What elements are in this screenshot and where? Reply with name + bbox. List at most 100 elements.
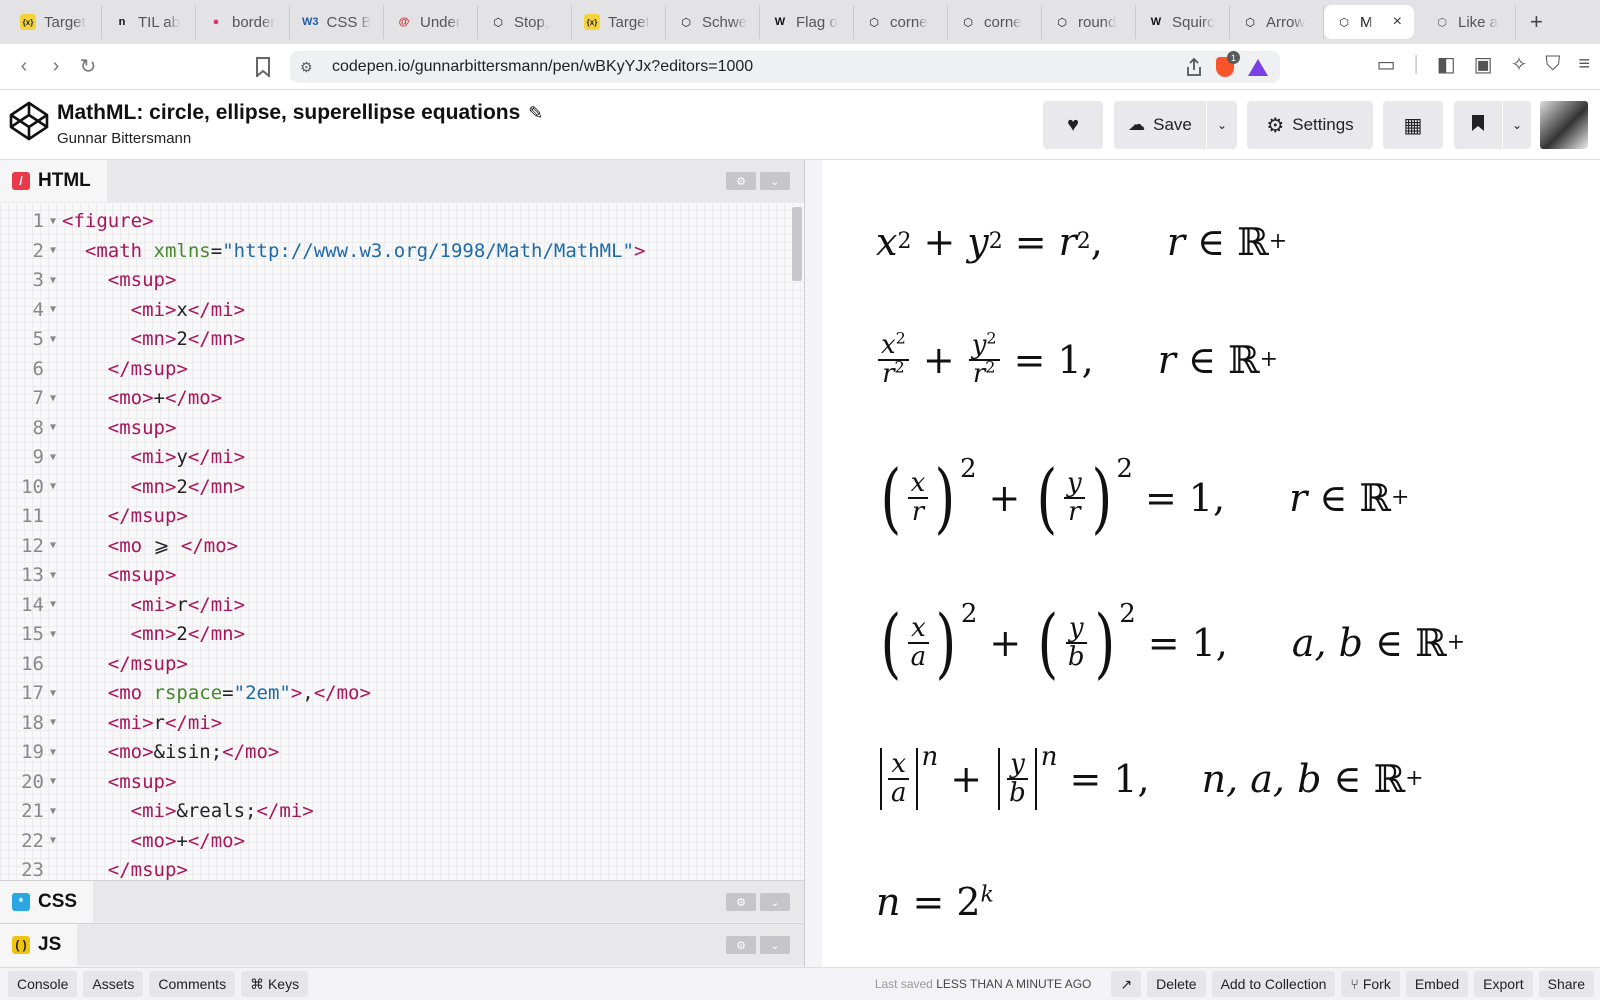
browser-tab[interactable]: {x} Target	[572, 5, 666, 39]
love-button[interactable]: ♥	[1043, 101, 1103, 149]
panel-settings-icon[interactable]: ⚙	[726, 893, 756, 911]
code-line[interactable]: 8 ▼ <msup>	[0, 413, 780, 443]
code-line[interactable]: 2 ▼ <math xmlns="http://www.w3.org/1998/M…	[0, 236, 780, 266]
code-line[interactable]: 23 </msup>	[0, 855, 780, 880]
css-panel-header[interactable]: * CSS ⚙ ⌄	[0, 880, 804, 923]
share-button[interactable]: Share	[1538, 971, 1594, 997]
fork-button[interactable]: ⑂ Fork	[1341, 971, 1400, 997]
fold-arrow-icon[interactable]: ▼	[44, 325, 62, 355]
save-button[interactable]: ☁ Save	[1114, 101, 1206, 149]
code-line[interactable]: 9 ▼ <mi>y</mi>	[0, 442, 780, 472]
embed-button[interactable]: Embed	[1405, 971, 1469, 997]
browser-tab[interactable]: W3 CSS B	[290, 5, 384, 39]
share-icon[interactable]	[1186, 57, 1202, 77]
forward-icon[interactable]: ›	[40, 51, 72, 83]
browser-tab[interactable]: ⬡ Schwe	[666, 5, 760, 39]
code-line[interactable]: 12 ▼ <mo ⩾ </mo>	[0, 531, 780, 561]
fold-arrow-icon[interactable]: ▼	[44, 590, 62, 620]
browser-tab[interactable]: ⬡ corne	[854, 5, 948, 39]
fold-arrow-icon[interactable]: ▼	[44, 561, 62, 591]
panel-settings-icon[interactable]: ⚙	[726, 936, 756, 954]
code-line[interactable]: 1 ▼ <figure>	[0, 206, 780, 236]
reader-mode-icon[interactable]: ▭	[1377, 52, 1396, 77]
fold-arrow-icon[interactable]: ▼	[44, 826, 62, 856]
code-line[interactable]: 14 ▼ <mi>r</mi>	[0, 590, 780, 620]
add-to-collection-button[interactable]: Add to Collection	[1211, 971, 1336, 997]
pin-options-button[interactable]: ⌄	[1503, 101, 1531, 149]
address-bar[interactable]: ⚙ codepen.io/gunnarbittersmann/pen/wBKyY…	[290, 51, 1280, 83]
fold-arrow-icon[interactable]: ▼	[44, 620, 62, 650]
menu-icon[interactable]: ≡	[1578, 53, 1590, 76]
panel-resize-handle[interactable]	[804, 160, 822, 967]
html-code-editor[interactable]: 1 ▼ <figure> 2 ▼ <math xmlns="http://www.w3.…	[0, 202, 804, 880]
code-line[interactable]: 15 ▼ <mn>2</mn>	[0, 619, 780, 649]
fold-arrow-icon[interactable]: ▼	[44, 472, 62, 502]
fold-arrow-icon[interactable]: ▼	[44, 531, 62, 561]
save-options-button[interactable]: ⌄	[1207, 101, 1237, 149]
html-tab[interactable]: / HTML	[0, 160, 107, 202]
export-button[interactable]: Export	[1474, 971, 1533, 997]
css-tab[interactable]: * CSS	[0, 880, 94, 923]
url-text[interactable]: codepen.io/gunnarbittersmann/pen/wBKyYJx…	[332, 58, 753, 76]
browser-tab[interactable]: ● border	[196, 5, 290, 39]
code-line[interactable]: 6 </msup>	[0, 354, 780, 384]
fold-arrow-icon[interactable]: ▼	[44, 443, 62, 473]
fold-arrow-icon[interactable]: ▼	[44, 295, 62, 325]
browser-tab[interactable]: ⬡ Arrow	[1230, 5, 1324, 39]
back-icon[interactable]: ‹	[8, 51, 40, 83]
bookmark-icon[interactable]	[247, 51, 279, 83]
pen-author[interactable]: Gunnar Bittersmann	[57, 130, 191, 147]
fold-arrow-icon[interactable]: ▼	[44, 767, 62, 797]
browser-tab[interactable]: ⬡ Like a	[1422, 5, 1516, 39]
fold-arrow-icon[interactable]: ▼	[44, 413, 62, 443]
panel-collapse-icon[interactable]: ⌄	[760, 893, 790, 911]
close-tab-icon[interactable]: ×	[1393, 13, 1402, 31]
panel-collapse-icon[interactable]: ⌄	[760, 936, 790, 954]
fold-arrow-icon[interactable]: ▼	[44, 738, 62, 768]
pin-button[interactable]	[1454, 101, 1502, 149]
code-line[interactable]: 13 ▼ <msup>	[0, 560, 780, 590]
code-line[interactable]: 20 ▼ <msup>	[0, 767, 780, 797]
codepen-logo-icon[interactable]	[8, 100, 50, 142]
code-line[interactable]: 21 ▼ <mi>&reals;</mi>	[0, 796, 780, 826]
browser-tab[interactable]: {x} Target	[8, 5, 102, 39]
settings-button[interactable]: ⚙ Settings	[1247, 101, 1373, 149]
code-line[interactable]: 5 ▼ <mn>2</mn>	[0, 324, 780, 354]
leo-ai-icon[interactable]: ✧	[1511, 52, 1528, 77]
code-line[interactable]: 7 ▼ <mo>+</mo>	[0, 383, 780, 413]
browser-tab[interactable]: W Squirc	[1136, 5, 1230, 39]
fold-arrow-icon[interactable]: ▼	[44, 266, 62, 296]
site-settings-icon[interactable]: ⚙	[300, 59, 324, 76]
code-line[interactable]: 11 </msup>	[0, 501, 780, 531]
fold-arrow-icon[interactable]: ▼	[44, 679, 62, 709]
browser-tab[interactable]: ⬡ corne	[948, 5, 1042, 39]
js-panel-header[interactable]: ( ) JS ⚙ ⌄	[0, 923, 804, 966]
pen-title-text[interactable]: MathML: circle, ellipse, superellipse eq…	[57, 101, 520, 125]
code-line[interactable]: 3 ▼ <msup>	[0, 265, 780, 295]
pen-title[interactable]: MathML: circle, ellipse, superellipse eq…	[57, 101, 543, 125]
fold-arrow-icon[interactable]: ▼	[44, 236, 62, 266]
code-line[interactable]: 16 </msup>	[0, 649, 780, 679]
browser-tab-active[interactable]: ⬡ M ×	[1324, 5, 1414, 39]
panel-settings-icon[interactable]: ⚙	[726, 172, 756, 190]
html-panel-header[interactable]: / HTML ⚙ ⌄	[0, 160, 804, 202]
delete-button[interactable]: Delete	[1147, 971, 1206, 997]
open-external-button[interactable]: ↗	[1111, 971, 1142, 997]
assets-button[interactable]: Assets	[83, 971, 144, 997]
code-line[interactable]: 17 ▼ <mo rspace="2em">,</mo>	[0, 678, 780, 708]
avatar[interactable]	[1540, 101, 1588, 149]
browser-tab[interactable]: n TIL ab	[102, 5, 196, 39]
console-button[interactable]: Console	[8, 971, 78, 997]
browser-tab[interactable]: W Flag o	[760, 5, 854, 39]
browser-tab[interactable]: @ Under	[384, 5, 478, 39]
vpn-icon[interactable]: ⛉	[1545, 53, 1560, 76]
comments-button[interactable]: Comments	[149, 971, 236, 997]
fold-arrow-icon[interactable]: ▼	[44, 384, 62, 414]
code-line[interactable]: 10 ▼ <mn>2</mn>	[0, 472, 780, 502]
edit-pencil-icon[interactable]: ✎	[528, 103, 543, 124]
code-line[interactable]: 19 ▼ <mo>&isin;</mo>	[0, 737, 780, 767]
brave-shields-icon[interactable]: 1	[1216, 51, 1240, 77]
keys-button[interactable]: ⌘ Keys	[241, 971, 309, 997]
layout-button[interactable]: ▦	[1383, 101, 1443, 149]
brave-rewards-icon[interactable]	[1248, 58, 1268, 76]
